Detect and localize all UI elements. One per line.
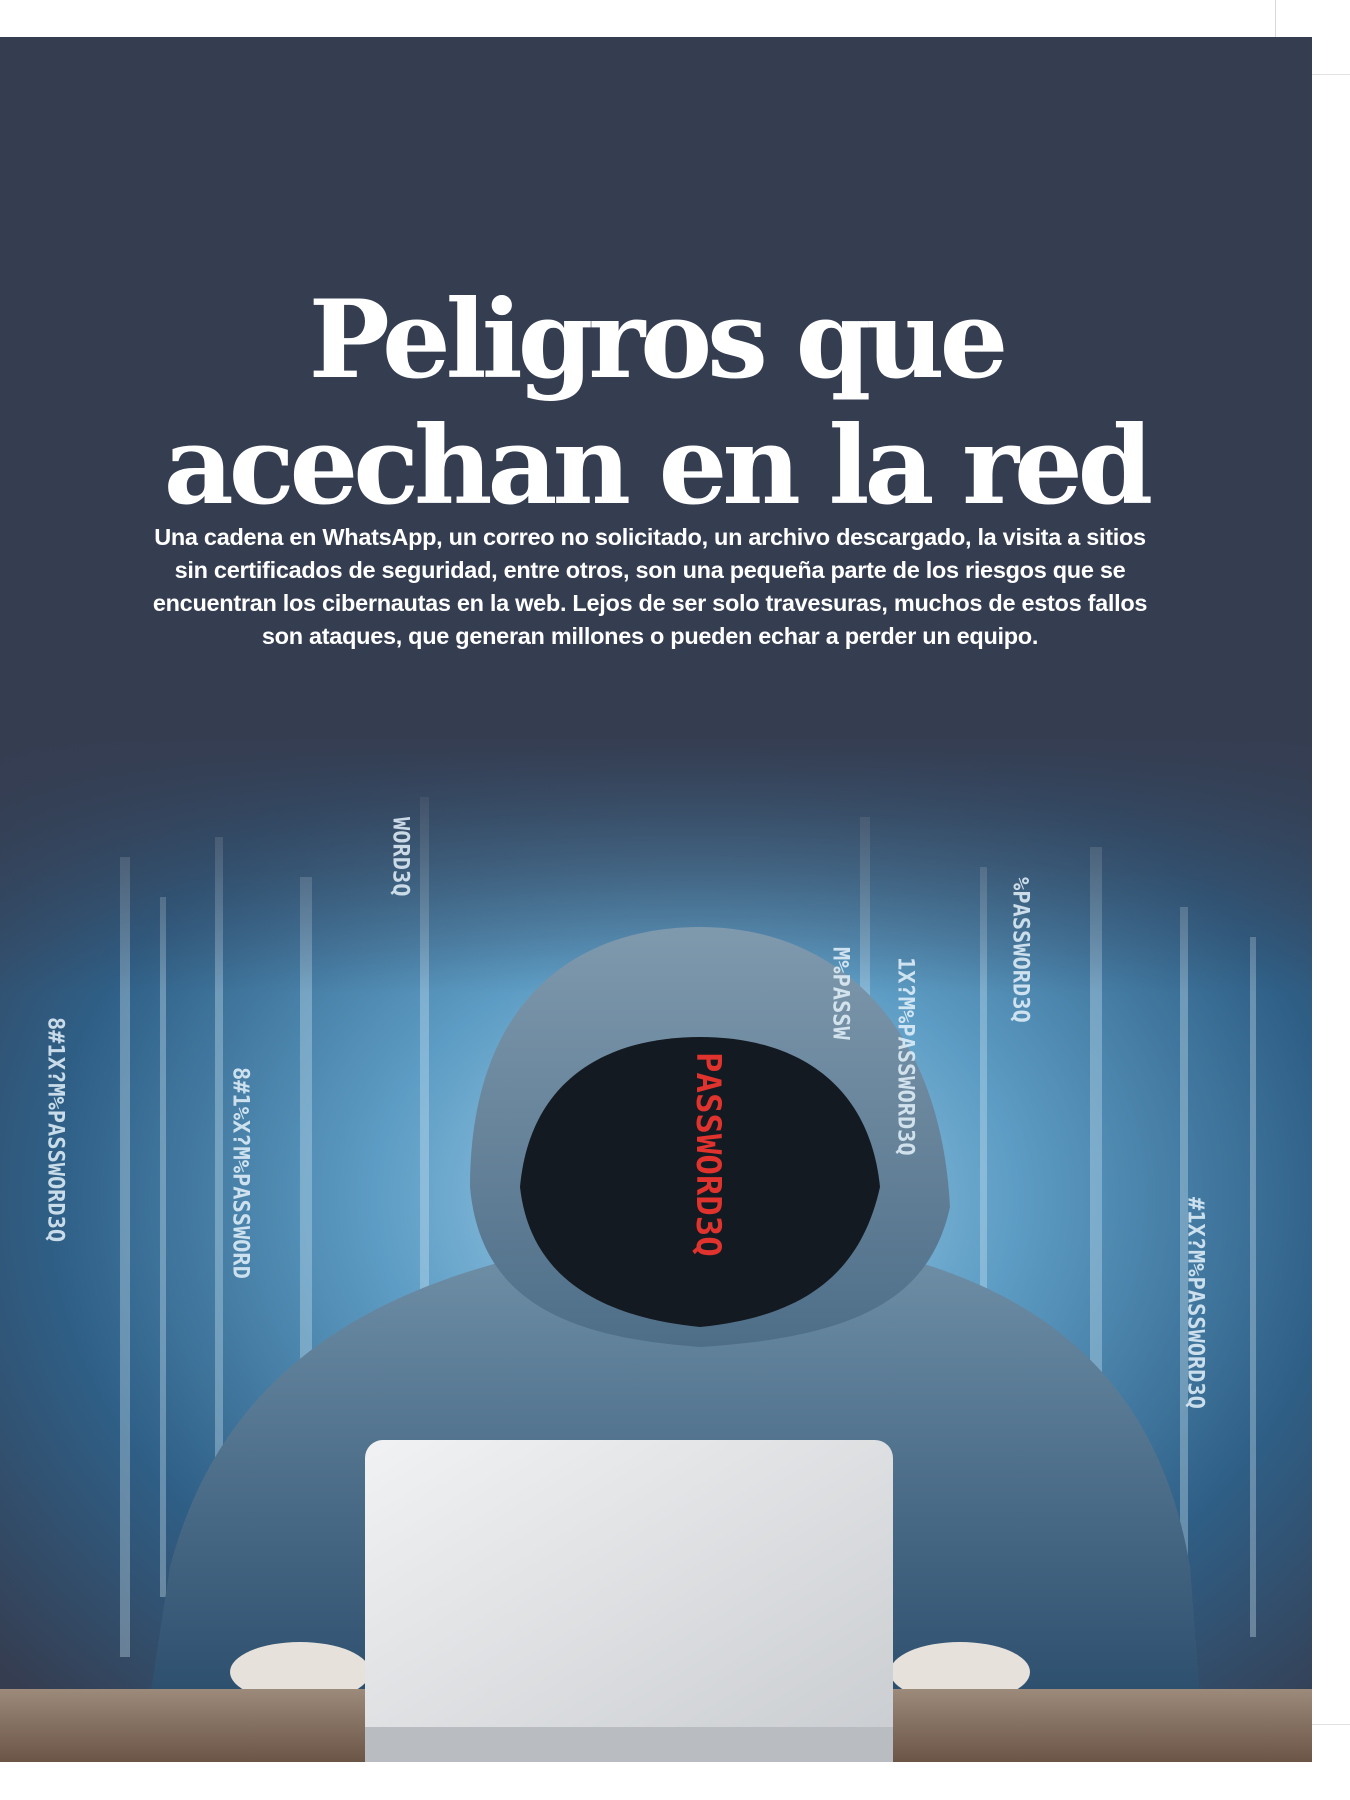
- code-column: M%PASSW: [828, 947, 853, 1040]
- crop-mark: [1312, 74, 1350, 75]
- lede-paragraph: Una cadena en WhatsApp, un correo no sol…: [152, 524, 1148, 649]
- laptop-base: [365, 1727, 893, 1762]
- code-column: 1X?M%PASSWORD3Q: [893, 957, 918, 1156]
- code-column: WORD3Q: [388, 817, 413, 896]
- hacker-illustration: 8#1X?M%PASSWORD3Q 8#1%X?M%PASSWORD WORD3…: [0, 737, 1312, 1762]
- hero-photo: 8#1X?M%PASSWORD3Q 8#1%X?M%PASSWORD WORD3…: [0, 737, 1312, 1762]
- red-code-column: PASSWORD3Q: [688, 1052, 728, 1257]
- crop-mark: [1312, 1724, 1350, 1725]
- code-column: %PASSWORD3Q: [1008, 877, 1033, 1023]
- headline-line-2: acechan en la red: [163, 403, 1153, 529]
- headline-line-1: Peligros que: [308, 277, 1009, 403]
- code-column: 8#1X?M%PASSWORD3Q: [43, 1017, 68, 1242]
- article-panel: Peligros que acechan en la red Una caden…: [0, 37, 1312, 1762]
- code-column: 8#1%X?M%PASSWORD: [228, 1067, 253, 1279]
- page-edge-line: [1275, 0, 1276, 37]
- code-column: #1X?M%PASSWORD3Q: [1183, 1197, 1208, 1409]
- laptop: [365, 1440, 893, 1762]
- headline: Peligros que acechan en la red: [0, 277, 1312, 529]
